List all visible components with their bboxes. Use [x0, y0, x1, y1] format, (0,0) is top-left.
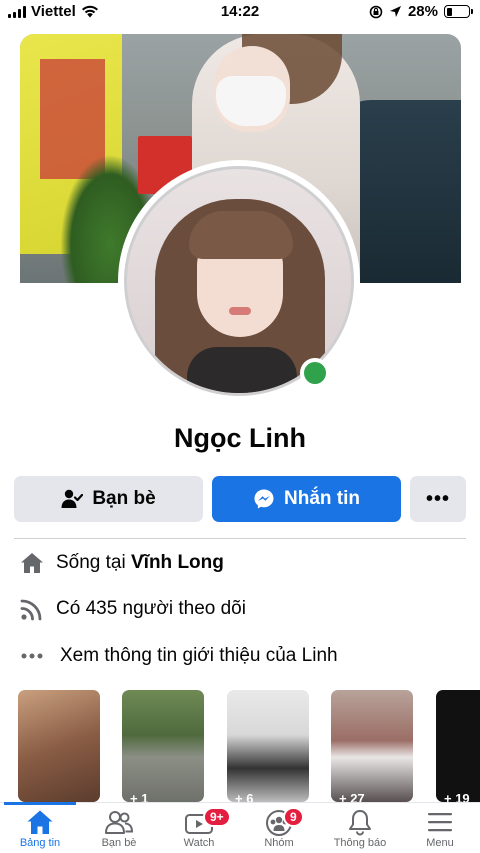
tab-notifications[interactable]: Thông báo	[320, 807, 400, 849]
photo-thumbnail[interactable]	[18, 690, 100, 802]
photo-count: + 19	[444, 791, 470, 802]
friends-icon	[79, 807, 159, 837]
home-icon	[0, 807, 80, 837]
lives-in-prefix: Sống tại	[56, 552, 131, 573]
location-icon	[389, 6, 401, 17]
message-button[interactable]: Nhắn tin	[212, 476, 401, 522]
tab-label: Bảng tin	[19, 837, 61, 849]
photo-thumbnail[interactable]: + 1	[122, 690, 204, 802]
photo-thumbnail[interactable]: + 27	[331, 690, 413, 802]
rss-icon	[18, 595, 46, 623]
more-icon: •••	[425, 487, 450, 510]
about-link-text[interactable]: Xem thông tin giới thiệu của Linh	[60, 645, 338, 667]
home-icon	[18, 549, 46, 577]
photo-strip: + 1 + 6 + 27 + 19	[18, 690, 480, 802]
online-status-dot	[300, 358, 330, 388]
friends-button[interactable]: Bạn bè	[14, 476, 203, 522]
ellipsis-icon	[18, 642, 46, 670]
section-divider	[14, 538, 466, 539]
friends-button-label: Bạn bè	[92, 488, 156, 509]
followers-row: Có 435 người theo dõi	[18, 595, 246, 623]
tab-friends[interactable]: Bạn bè	[79, 807, 159, 849]
photo-count: + 27	[339, 791, 365, 802]
tab-label: Thông báo	[333, 837, 387, 849]
groups-badge: 9	[283, 807, 304, 827]
tab-label: Watch	[183, 837, 215, 849]
status-right: 28%	[369, 3, 473, 20]
groups-icon: 9	[239, 807, 319, 837]
message-button-label: Nhắn tin	[284, 488, 360, 509]
watch-badge: 9+	[203, 807, 231, 827]
more-options-button[interactable]: •••	[410, 476, 466, 522]
tab-groups[interactable]: 9 Nhóm	[239, 807, 319, 849]
about-row[interactable]: Xem thông tin giới thiệu của Linh	[18, 642, 338, 670]
status-bar: Viettel 14:22 28%	[0, 0, 480, 24]
photo-count: + 1	[130, 791, 149, 802]
battery-fill	[446, 7, 453, 16]
tab-label: Menu	[426, 837, 454, 849]
tab-watch[interactable]: 9+ Watch	[159, 807, 239, 849]
photo-thumbnail[interactable]: + 6	[227, 690, 309, 802]
followers-text: Có 435 người theo dõi	[56, 598, 246, 619]
photo-thumbnail[interactable]: + 19	[436, 690, 480, 802]
active-tab-indicator	[4, 802, 76, 805]
battery-icon	[444, 5, 473, 18]
rotation-lock-icon	[369, 5, 383, 18]
messenger-icon	[254, 489, 274, 509]
tab-label: Nhóm	[264, 837, 294, 849]
lives-in-place[interactable]: Vĩnh Long	[131, 552, 224, 574]
bell-icon	[320, 807, 400, 837]
battery-percent: 28%	[407, 3, 438, 20]
tab-menu[interactable]: Menu	[400, 807, 480, 849]
lives-in-row: Sống tại Vĩnh Long	[18, 549, 224, 577]
menu-icon	[400, 807, 480, 837]
watch-icon: 9+	[159, 807, 239, 837]
tab-news-feed[interactable]: Bảng tin	[0, 807, 80, 849]
tab-label: Bạn bè	[101, 837, 137, 849]
photo-count: + 6	[235, 791, 254, 802]
profile-name: Ngọc Linh	[174, 423, 306, 453]
bottom-tab-bar: Bảng tin Bạn bè 9+ Watch 9 Nhóm Thông bá…	[0, 802, 480, 853]
friend-check-icon	[61, 489, 84, 508]
